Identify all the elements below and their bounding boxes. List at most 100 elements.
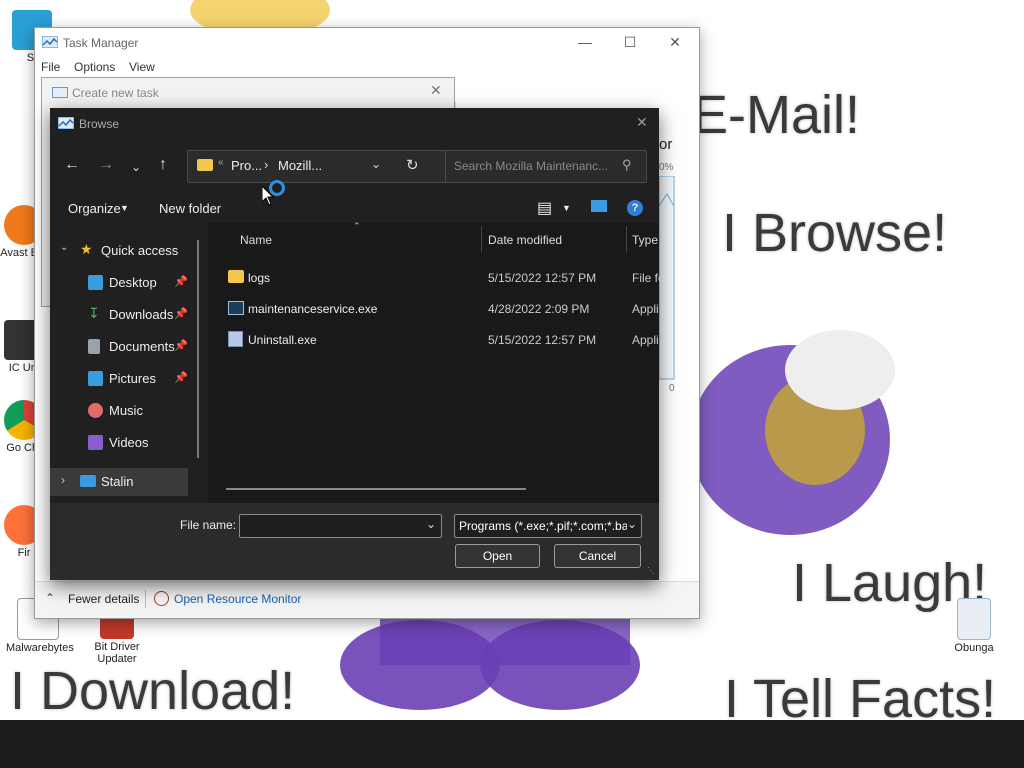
nav-documents[interactable]: Documents 📌 xyxy=(50,333,202,361)
dialog-footer: File name: ⌄ Programs (*.exe;*.pif;*.com… xyxy=(50,503,659,580)
mouse-pointer-icon xyxy=(262,186,274,206)
resize-grip-icon[interactable]: ⋱ xyxy=(647,566,655,575)
task-manager-icon xyxy=(42,36,58,48)
forward-arrow-icon[interactable]: → xyxy=(98,156,114,174)
browse-icon xyxy=(58,117,74,129)
desktop-folder-icon xyxy=(88,275,103,290)
graph-percent-label: 0% xyxy=(659,162,674,173)
nav-music[interactable]: Music xyxy=(50,397,202,425)
preview-pane-icon[interactable] xyxy=(591,200,607,212)
refresh-icon[interactable]: ↻ xyxy=(406,156,419,174)
file-type-chevron-icon[interactable]: ⌄ xyxy=(627,517,637,531)
organize-button[interactable]: Organize xyxy=(68,201,121,216)
recent-locations-chevron-icon[interactable]: ⌄ xyxy=(131,160,141,174)
column-name[interactable]: Name xyxy=(240,233,272,247)
create-task-title: Create new task xyxy=(72,86,159,100)
help-icon[interactable]: ? xyxy=(627,200,643,216)
breadcrumb-mozilla[interactable]: Mozill... xyxy=(278,158,322,173)
create-task-close-button[interactable]: ✕ xyxy=(430,83,442,99)
documents-icon xyxy=(88,339,100,354)
file-row-uninstall[interactable]: Uninstall.exe 5/15/2022 12:57 PM Appli xyxy=(208,325,659,353)
file-name-input[interactable]: ⌄ xyxy=(239,514,442,538)
partial-heading: or xyxy=(659,136,673,153)
open-button[interactable]: Open xyxy=(455,544,540,568)
wallpaper-text-browse: I Browse! xyxy=(722,203,948,263)
exe-icon xyxy=(228,301,244,315)
divider xyxy=(145,590,146,608)
pin-icon[interactable]: 📌 xyxy=(174,371,188,384)
navigation-pane[interactable]: ⌄ ★ Quick access Desktop 📌 ↧ Downloads 📌… xyxy=(50,230,202,510)
file-name-chevron-icon[interactable]: ⌄ xyxy=(426,517,436,531)
address-dropdown-icon[interactable]: ⌄ xyxy=(371,157,381,171)
horizontal-scrollbar[interactable] xyxy=(226,488,526,490)
menu-options[interactable]: Options xyxy=(74,60,115,74)
pin-icon[interactable]: 📌 xyxy=(174,307,188,320)
file-list[interactable]: ⌃ Name Date modified Type logs 5/15/2022… xyxy=(208,221,665,503)
file-type-select[interactable]: Programs (*.exe;*.pif;*.com;*.ba ⌄ xyxy=(454,514,642,538)
browse-close-button[interactable]: ✕ xyxy=(636,114,648,131)
cancel-button[interactable]: Cancel xyxy=(554,544,641,568)
folder-icon xyxy=(228,270,244,283)
column-divider[interactable] xyxy=(626,226,627,252)
file-row-logs[interactable]: logs 5/15/2022 12:57 PM File fo xyxy=(208,263,665,291)
address-bar[interactable]: « Pro... › Mozill... ⌄ ↻ xyxy=(187,150,485,183)
column-type[interactable]: Type xyxy=(632,233,658,247)
run-icon xyxy=(52,87,68,98)
breadcrumb-separator-icon: › xyxy=(264,157,269,172)
taskbar xyxy=(0,720,1024,768)
search-box[interactable]: Search Mozilla Maintenanc... ⚲ xyxy=(445,150,647,183)
expand-chevron-icon[interactable]: ⌄ xyxy=(60,242,68,253)
pictures-icon xyxy=(88,371,103,386)
videos-icon xyxy=(88,435,103,450)
search-input[interactable]: Search Mozilla Maintenanc... xyxy=(454,159,608,173)
breadcrumb-programs[interactable]: Pro... xyxy=(231,158,262,173)
resource-monitor-link[interactable]: Open Resource Monitor xyxy=(174,592,301,606)
nav-downloads[interactable]: ↧ Downloads 📌 xyxy=(50,301,202,329)
back-arrow-icon[interactable]: ← xyxy=(64,156,80,174)
download-icon: ↧ xyxy=(88,305,100,321)
browse-title: Browse xyxy=(79,117,120,131)
column-divider[interactable] xyxy=(481,226,482,252)
column-date-modified[interactable]: Date modified xyxy=(488,233,562,247)
nav-pictures[interactable]: Pictures 📌 xyxy=(50,365,202,393)
pin-icon[interactable]: 📌 xyxy=(174,275,188,288)
nav-this-pc[interactable]: › Stalin xyxy=(50,468,188,496)
computer-icon xyxy=(80,475,96,487)
nav-desktop[interactable]: Desktop 📌 xyxy=(50,269,202,297)
wallpaper-text-download: I Download! xyxy=(10,661,296,721)
sort-indicator-icon: ⌃ xyxy=(353,221,361,231)
search-icon: ⚲ xyxy=(622,157,632,172)
recycle-bin-icon xyxy=(957,598,991,640)
graph-zero-label: 0 xyxy=(669,383,675,394)
nav-videos[interactable]: Videos xyxy=(50,429,202,457)
task-manager-title: Task Manager xyxy=(63,36,139,50)
installer-icon xyxy=(228,331,243,347)
menu-view[interactable]: View xyxy=(129,60,155,74)
close-button[interactable]: ✕ xyxy=(660,34,690,51)
navigation-scrollbar[interactable] xyxy=(197,240,199,458)
file-name-label: File name: xyxy=(180,518,237,532)
up-arrow-icon[interactable]: ↑ xyxy=(159,156,167,174)
pin-icon[interactable]: 📌 xyxy=(174,339,188,352)
file-row-maintenanceservice[interactable]: maintenanceservice.exe 4/28/2022 2:09 PM… xyxy=(208,294,659,322)
browse-dialog[interactable]: Browse ✕ ← → ⌄ ↑ « Pro... › Mozill... ⌄ … xyxy=(50,108,665,580)
task-manager-footer: ⌃ Fewer details Open Resource Monitor xyxy=(35,581,699,618)
chevron-up-icon[interactable]: ⌃ xyxy=(45,591,55,605)
fewer-details-link[interactable]: Fewer details xyxy=(68,592,139,606)
star-icon: ★ xyxy=(80,241,93,257)
organize-chevron-icon: ▼ xyxy=(120,203,129,213)
nav-quick-access[interactable]: ⌄ ★ Quick access xyxy=(50,237,202,265)
folder-icon xyxy=(197,159,213,171)
new-folder-button[interactable]: New folder xyxy=(159,201,221,216)
resource-monitor-icon xyxy=(154,591,169,606)
desktop-icon-obunga[interactable]: Obunga xyxy=(942,598,1006,654)
minimize-button[interactable]: — xyxy=(570,34,600,50)
expand-chevron-icon[interactable]: › xyxy=(61,473,65,487)
menu-file[interactable]: File xyxy=(41,60,60,74)
wallpaper-text-email: E-Mail! xyxy=(692,85,861,145)
overflow-icon: « xyxy=(218,157,224,168)
maximize-button[interactable]: ☐ xyxy=(615,34,645,51)
view-chevron-icon[interactable]: ▼ xyxy=(562,203,571,213)
music-icon xyxy=(88,403,103,418)
view-options-icon[interactable]: ▤ xyxy=(537,198,552,218)
